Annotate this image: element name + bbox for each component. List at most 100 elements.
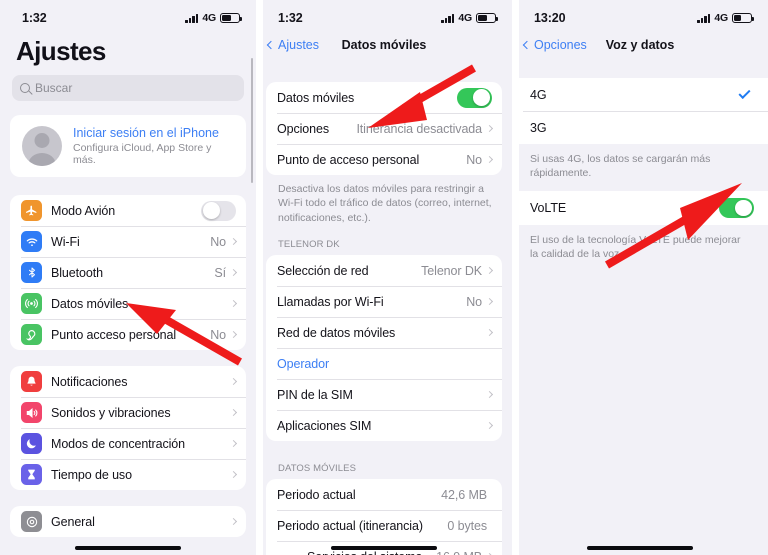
scrollbar[interactable] <box>250 58 253 183</box>
settings-row-label: Datos móviles <box>51 296 129 311</box>
settings-row-general[interactable]: General <box>10 506 246 537</box>
row-value: Telenor DK <box>421 263 482 278</box>
chevron-right-icon <box>229 517 238 526</box>
row-personal-hotspot[interactable]: Punto de acceso personal No <box>266 144 502 175</box>
settings-group-general: General <box>10 506 246 537</box>
row-cellular-data-toggle[interactable]: Datos móviles <box>266 82 502 113</box>
row-label: Selección de red <box>277 263 369 278</box>
battery-icon <box>476 12 498 24</box>
footer-volte-description: El uso de la tecnología VoLTE puede mejo… <box>530 233 741 261</box>
row-label: Operador <box>277 356 330 371</box>
row-label: 3G <box>530 120 547 135</box>
row-network-selection[interactable]: Selección de red Telenor DK <box>266 255 502 286</box>
row-value: No <box>466 294 482 309</box>
cellular-data-toggle[interactable] <box>457 87 492 108</box>
row-sim-applications[interactable]: Aplicaciones SIM <box>266 410 502 441</box>
settings-row-focus[interactable]: Modos de concentración <box>10 428 246 459</box>
nav-bar: Opciones Voz y datos <box>512 30 768 60</box>
group-cellular-main: Datos móviles Opciones Itinerancia desac… <box>266 82 502 175</box>
search-input[interactable]: Buscar <box>12 75 244 101</box>
settings-row-label: Punto acceso personal <box>51 327 177 342</box>
wifi-icon <box>21 231 42 252</box>
settings-row-label: Tiempo de uso <box>51 467 132 482</box>
group-carrier: Selección de red Telenor DK Llamadas por… <box>266 255 502 442</box>
network-type-label: 4G <box>714 12 728 24</box>
settings-row-value: Sí <box>214 265 226 280</box>
settings-row-sounds[interactable]: Sonidos y vibraciones <box>10 397 246 428</box>
signal-bars-icon <box>441 13 455 23</box>
row-operator[interactable]: Operador <box>266 348 502 379</box>
airplane-icon <box>21 200 42 221</box>
focus-moon-icon <box>21 433 42 454</box>
row-label: Punto de acceso personal <box>277 152 420 167</box>
chevron-right-icon <box>485 267 494 275</box>
cellular-data-icon <box>21 293 42 314</box>
back-button-label: Ajustes <box>278 38 319 52</box>
status-bar: 1:32 4G <box>256 0 512 30</box>
back-button[interactable]: Ajustes <box>266 38 319 52</box>
volte-toggle[interactable] <box>719 197 754 218</box>
row-label: PIN de la SIM <box>277 387 353 402</box>
row-sim-pin[interactable]: PIN de la SIM <box>266 379 502 410</box>
row-label: VoLTE <box>530 200 567 215</box>
search-icon <box>20 83 30 93</box>
panel-datos-moviles: 1:32 4G Ajustes Datos móviles Datos móvi… <box>256 0 512 555</box>
settings-row-notifications[interactable]: Notificaciones <box>10 366 246 397</box>
row-label: Red de datos móviles <box>277 325 396 340</box>
section-header-carrier: TELENOR DK <box>278 239 340 251</box>
network-type-label: 4G <box>458 12 472 24</box>
apple-account-card[interactable]: Iniciar sesión en el iPhone Configura iC… <box>10 115 246 177</box>
account-signin-title: Iniciar sesión en el iPhone <box>73 126 219 140</box>
home-indicator <box>587 546 693 550</box>
chevron-right-icon <box>229 408 238 417</box>
sound-speaker-icon <box>21 402 42 423</box>
chevron-right-icon <box>229 330 238 339</box>
row-option-4g[interactable]: 4G <box>512 78 768 111</box>
row-label: Datos móviles <box>277 90 355 105</box>
chevron-right-icon <box>485 391 494 399</box>
row-option-3g[interactable]: 3G <box>512 111 768 144</box>
section-header-cellular-usage: DATOS MÓVILES <box>278 463 357 475</box>
settings-row-bluetooth[interactable]: Bluetooth Sí <box>10 257 246 288</box>
row-value: 0 bytes <box>447 518 487 533</box>
chevron-right-icon <box>485 298 494 306</box>
avatar <box>22 126 62 166</box>
row-value: No <box>466 152 482 167</box>
chevron-left-icon <box>266 40 276 50</box>
chevron-right-icon <box>485 329 494 337</box>
home-indicator <box>75 546 181 550</box>
status-bar: 1:32 4G <box>0 0 256 30</box>
row-cellular-data-network[interactable]: Red de datos móviles <box>266 317 502 348</box>
row-label: Llamadas por Wi-Fi <box>277 294 384 309</box>
row-value: 16,9 MB <box>436 550 482 555</box>
settings-row-wifi[interactable]: Wi-Fi No <box>10 226 246 257</box>
row-wifi-calling[interactable]: Llamadas por Wi-Fi No <box>266 286 502 317</box>
settings-row-label: General <box>51 514 95 529</box>
chevron-right-icon <box>485 124 494 133</box>
status-time: 1:32 <box>278 11 303 25</box>
row-label: Opciones <box>277 121 330 136</box>
checkmark-icon <box>738 86 751 100</box>
airplane-mode-toggle[interactable] <box>201 200 236 221</box>
row-label: Aplicaciones SIM <box>277 418 372 433</box>
row-options[interactable]: Opciones Itinerancia desactivada <box>266 113 502 144</box>
page-title: Ajustes <box>16 36 106 66</box>
back-button[interactable]: Opciones <box>522 38 587 52</box>
settings-row-screen-time[interactable]: Tiempo de uso <box>10 459 246 490</box>
row-label: Servicios del sistema <box>277 550 436 555</box>
panel-voz-y-datos: 13:20 4G Opciones Voz y datos 4G 3G Si u… <box>512 0 768 555</box>
notifications-bell-icon <box>21 371 42 392</box>
status-time: 1:32 <box>22 11 47 25</box>
home-indicator <box>331 546 437 550</box>
chevron-right-icon <box>229 299 238 308</box>
settings-row-personal-hotspot[interactable]: Punto acceso personal No <box>10 319 246 350</box>
three-phone-screenshots: 1:32 4G Ajustes Buscar Iniciar sesión en… <box>0 0 768 555</box>
settings-row-airplane-mode[interactable]: Modo Avión <box>10 195 246 226</box>
settings-row-value: No <box>210 327 226 342</box>
settings-row-cellular-data[interactable]: Datos móviles <box>10 288 246 319</box>
row-label: Periodo actual <box>277 487 356 502</box>
network-type-label: 4G <box>202 12 216 24</box>
row-volte[interactable]: VoLTE <box>512 191 768 225</box>
settings-row-label: Modo Avión <box>51 203 116 218</box>
account-signin-subtitle: Configura iCloud, App Store y más. <box>73 142 212 166</box>
